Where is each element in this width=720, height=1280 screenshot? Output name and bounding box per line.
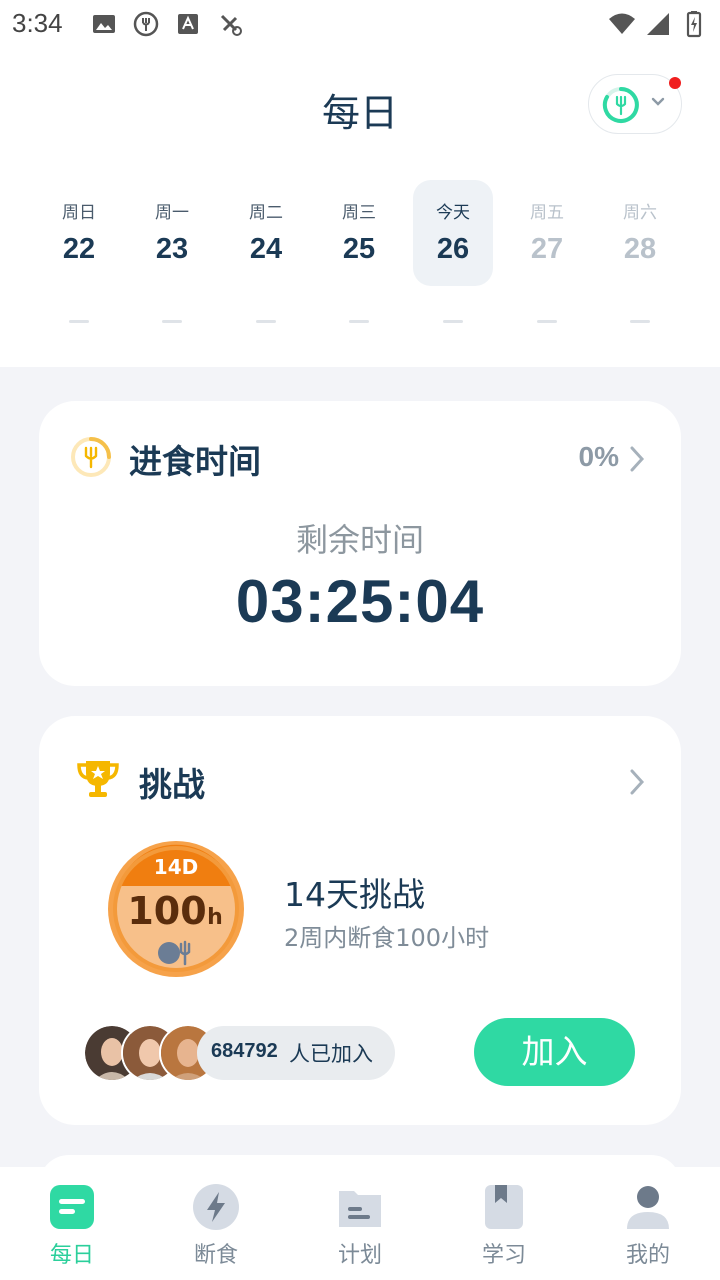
plan-folder-icon — [339, 1191, 381, 1227]
tab-fasting[interactable]: 断食 — [144, 1167, 288, 1280]
tab-learn[interactable]: 学习 — [432, 1167, 576, 1280]
challenge-name: 14天挑战 — [284, 875, 425, 914]
day-progress-dash — [162, 320, 182, 323]
day-name: 周二 — [249, 203, 283, 223]
day-wednesday[interactable]: 周三 25 — [319, 180, 399, 323]
day-name: 周日 — [62, 203, 96, 223]
tab-label: 每日 — [49, 1243, 94, 1268]
gallery-notification-icon — [93, 15, 115, 33]
day-name: 周一 — [155, 203, 189, 223]
status-time: 3:34 — [12, 8, 63, 38]
challenge-card: 挑战 14D 100 h 14天挑战 2周内断食100小时 684792 人已加… — [39, 716, 681, 1125]
badge-unit-text: h — [207, 905, 223, 930]
chevron-down-icon — [651, 97, 665, 106]
day-tuesday[interactable]: 周二 24 — [226, 180, 306, 323]
fork-ring-notification-icon — [133, 11, 159, 37]
chevron-right-icon[interactable] — [627, 768, 647, 796]
day-number: 22 — [62, 233, 96, 265]
day-friday[interactable]: 周五 27 — [507, 180, 587, 323]
tools-notification-icon — [220, 14, 242, 36]
day-today[interactable]: 今天 26 — [413, 180, 493, 323]
day-progress-dash — [349, 320, 369, 323]
tab-label: 学习 — [481, 1243, 526, 1268]
day-number: 26 — [436, 233, 470, 265]
tab-label: 计划 — [337, 1243, 382, 1268]
tab-label: 我的 — [625, 1243, 670, 1268]
day-number: 23 — [155, 233, 189, 265]
header: 每日 周日 22 周一 23 周二 24 周三 25 今天 26 周五 27 周… — [0, 50, 720, 367]
fasting-status-toggle[interactable] — [588, 74, 682, 134]
wifi-icon — [609, 13, 635, 34]
bolt-icon — [193, 1184, 239, 1230]
day-progress-dash — [256, 320, 276, 323]
challenge-card-title: 挑战 — [139, 765, 205, 804]
bookmark-book-icon — [485, 1185, 523, 1229]
tab-label: 断食 — [193, 1243, 238, 1268]
eating-progress-percent: 0% — [578, 441, 619, 472]
trophy-icon — [77, 761, 119, 797]
joined-count: 684792 — [211, 1040, 278, 1062]
font-notification-icon — [178, 14, 198, 34]
battery-icon — [686, 11, 702, 38]
fasting-ring-icon — [602, 87, 639, 123]
remaining-time-value: 03:25:04 — [235, 568, 485, 635]
day-sunday[interactable]: 周日 22 — [39, 180, 119, 323]
day-progress-dash — [630, 320, 650, 323]
badge-main-text: 100 — [127, 889, 206, 933]
signal-icon — [647, 13, 669, 35]
challenge-badge-icon: 14D 100 h — [108, 841, 244, 977]
day-progress-dash — [443, 320, 463, 323]
join-challenge-button[interactable]: 加入 — [474, 1018, 635, 1086]
joined-label: 人已加入 — [289, 1042, 373, 1066]
eating-timer-icon — [71, 437, 111, 477]
day-number: 24 — [249, 233, 283, 265]
challenge-description: 2周内断食100小时 — [284, 924, 490, 952]
tab-daily[interactable]: 每日 — [0, 1167, 144, 1280]
tab-plan[interactable]: 计划 — [288, 1167, 432, 1280]
tab-profile[interactable]: 我的 — [576, 1167, 720, 1280]
eating-window-card[interactable]: 进食时间 0% 剩余时间 03:25:04 — [39, 401, 681, 686]
bottom-navigation: 每日 断食 计划 学习 我的 — [0, 1167, 720, 1280]
eating-card-title: 进食时间 — [129, 442, 261, 481]
day-name: 周三 — [342, 203, 376, 223]
day-progress-dash — [537, 320, 557, 323]
remaining-time-label: 剩余时间 — [295, 521, 424, 559]
notification-dot — [669, 77, 681, 89]
joined-count-pill: 684792 人已加入 — [197, 1026, 395, 1080]
day-name: 周五 — [530, 203, 564, 223]
day-name: 周六 — [623, 203, 657, 223]
status-bar: 3:34 — [0, 0, 720, 50]
day-saturday[interactable]: 周六 28 — [600, 180, 680, 323]
daily-icon — [50, 1185, 94, 1229]
day-name: 今天 — [436, 203, 470, 223]
day-monday[interactable]: 周一 23 — [132, 180, 212, 323]
chevron-right-icon[interactable] — [627, 445, 647, 473]
badge-top-text: 14D — [154, 855, 198, 879]
week-selector: 周日 22 周一 23 周二 24 周三 25 今天 26 周五 27 周六 2… — [32, 180, 688, 330]
day-number: 27 — [530, 233, 564, 265]
day-number: 28 — [623, 233, 657, 265]
profile-icon — [627, 1186, 669, 1229]
day-number: 25 — [342, 233, 376, 265]
day-progress-dash — [69, 320, 89, 323]
